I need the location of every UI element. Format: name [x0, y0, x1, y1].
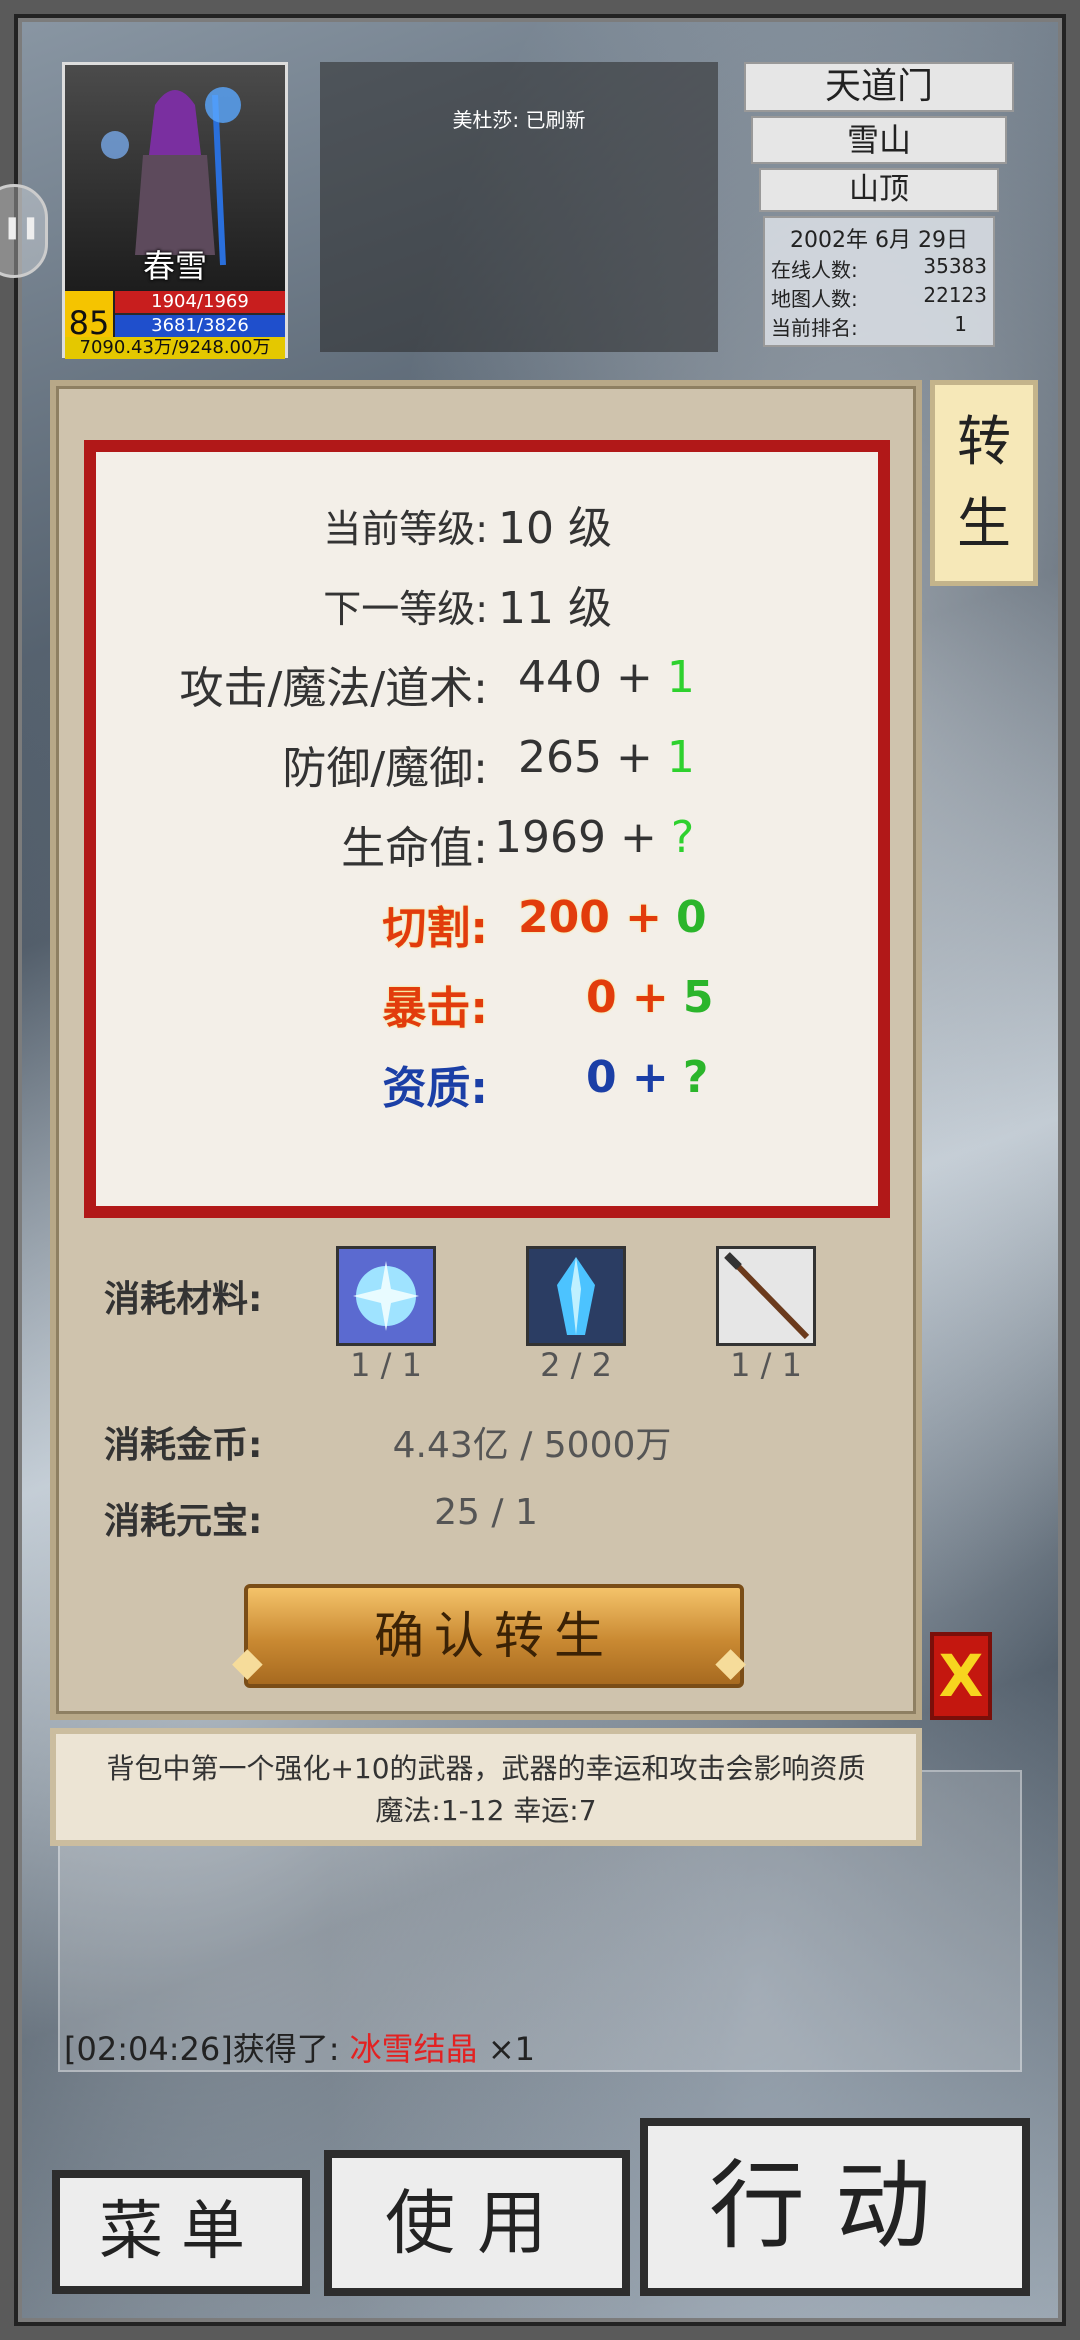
stat-row-defense: 防御/魔御: 265 + 1: [96, 732, 878, 796]
server-info-box: 2002年 6月 29日 在线人数: 35383 地图人数: 22123 当前排…: [763, 216, 995, 347]
player-name: 春雪: [142, 247, 207, 285]
rebirth-tip-box: 背包中第一个强化+10的武器，武器的幸运和攻击会影响资质 魔法:1-12 幸运:…: [50, 1728, 922, 1846]
stat-value: 440 +: [518, 652, 653, 703]
blue-gem-icon: [557, 1257, 595, 1335]
stat-row-aptitude: 资质: 0 + ?: [96, 1052, 878, 1116]
material-count-1: 1 / 1: [350, 1346, 422, 1384]
materials-label: 消耗材料:: [104, 1279, 263, 1320]
material-slot-1[interactable]: [336, 1246, 436, 1346]
hp-bar: 1904/1969: [115, 291, 285, 313]
notice-text: 美杜莎: 已刷新: [452, 108, 586, 132]
stat-row-attack: 攻击/魔法/道术: 440 + 1: [96, 652, 878, 716]
stat-bonus: ?: [670, 812, 695, 863]
material-count-2: 2 / 2: [540, 1346, 612, 1384]
ice-crystal-icon: [353, 1261, 419, 1331]
stat-value: 0 +: [586, 1052, 669, 1103]
stat-value: 11 级: [498, 583, 612, 634]
stat-value: 200 +: [518, 892, 663, 943]
stat-label: 切割:: [382, 903, 488, 954]
stat-row-next-level: 下一等级: 11 级: [96, 572, 878, 636]
stat-bonus: ?: [682, 1052, 709, 1103]
material-count-3: 1 / 1: [730, 1346, 802, 1384]
pause-button[interactable]: [0, 184, 48, 278]
tab-rebirth-label-2: 生: [957, 492, 1011, 555]
stat-row-crit: 暴击: 0 + 5: [96, 972, 878, 1036]
mp-bar: 3681/3826: [115, 315, 285, 337]
stat-row-hp: 生命值: 1969 + ?: [96, 812, 878, 876]
sect-name: 天道门: [744, 62, 1014, 112]
tab-rebirth[interactable]: 转 生: [930, 380, 1038, 586]
log-suffix: ×1: [477, 2030, 536, 2068]
online-count-row: 在线人数: 35383: [771, 254, 987, 283]
stat-value: 1969 +: [494, 812, 657, 863]
material-slot-3[interactable]: [716, 1246, 816, 1346]
stat-label: 防御/魔御:: [282, 743, 488, 794]
log-entry: [02:04:26]获得了: 冰雪结晶 ×1: [64, 2024, 535, 2070]
stat-bonus: 5: [682, 972, 714, 1023]
stat-label: 资质:: [382, 1063, 488, 1114]
notice-panel: 美杜莎: 已刷新: [320, 62, 718, 352]
stat-row-current-level: 当前等级: 10 级: [96, 492, 878, 556]
rank-value: 1: [954, 312, 967, 336]
confirm-rebirth-button[interactable]: 确认转生: [232, 1584, 756, 1710]
map-info-panel: 天道门 雪山 山顶 2002年 6月 29日 在线人数: 35383 地图人数:…: [744, 62, 1014, 347]
ingot-cost-value: 25 / 1: [434, 1492, 538, 1533]
rebirth-stats-box: 当前等级: 10 级 下一等级: 11 级 攻击/魔法/道术: 440 + 1 …: [84, 440, 890, 1218]
menu-button[interactable]: 菜单: [52, 2170, 310, 2294]
stat-bonus: 1: [666, 732, 695, 783]
tip-line-1: 背包中第一个强化+10的武器，武器的幸运和攻击会影响资质: [106, 1752, 866, 1785]
tip-line-2: 魔法:1-12 幸运:7: [375, 1794, 597, 1827]
rank-label: 当前排名:: [771, 316, 858, 340]
log-item-name[interactable]: 冰雪结晶: [350, 2030, 478, 2068]
online-label: 在线人数:: [771, 258, 858, 282]
stat-value: 10 级: [498, 503, 612, 554]
game-date: 2002年 6月 29日: [790, 228, 968, 253]
online-value: 35383: [923, 254, 987, 278]
sub-area-name: 山顶: [759, 168, 999, 212]
stat-value: 0 +: [586, 972, 669, 1023]
action-button[interactable]: 行动: [640, 2118, 1030, 2296]
rank-row: 当前排名: 1: [771, 312, 987, 341]
rebirth-panel: 当前等级: 10 级 下一等级: 11 级 攻击/魔法/道术: 440 + 1 …: [50, 380, 922, 1720]
stat-row-cut: 切割: 200 + 0: [96, 892, 878, 956]
stat-label: 下一等级:: [323, 587, 488, 631]
stat-bonus: 0: [676, 892, 707, 943]
map-count-value: 22123: [923, 283, 987, 307]
stat-value: 265 +: [518, 732, 653, 783]
stat-label: 暴击:: [382, 983, 488, 1034]
stat-label: 攻击/魔法/道术:: [179, 663, 488, 714]
player-portrait-card[interactable]: 春雪 85 1904/1969 3681/3826 7090.43万/9248.…: [62, 62, 288, 359]
staff-icon: [724, 1252, 810, 1340]
gold-cost-value: 4.43亿 / 5000万: [392, 1425, 672, 1466]
exp-bar: 7090.43万/9248.00万: [65, 337, 285, 359]
map-count-row: 地图人数: 22123: [771, 283, 987, 312]
use-button[interactable]: 使用: [324, 2150, 630, 2296]
stat-label: 当前等级:: [323, 507, 488, 551]
area-name: 雪山: [751, 116, 1007, 164]
close-button[interactable]: X: [930, 1632, 992, 1720]
log-prefix: [02:04:26]获得了:: [64, 2030, 350, 2068]
stat-bonus: 1: [666, 652, 695, 703]
stat-label: 生命值:: [341, 823, 488, 874]
tab-rebirth-label-1: 转: [957, 410, 1011, 473]
map-count-label: 地图人数:: [771, 287, 858, 311]
material-slot-2[interactable]: [526, 1246, 626, 1346]
